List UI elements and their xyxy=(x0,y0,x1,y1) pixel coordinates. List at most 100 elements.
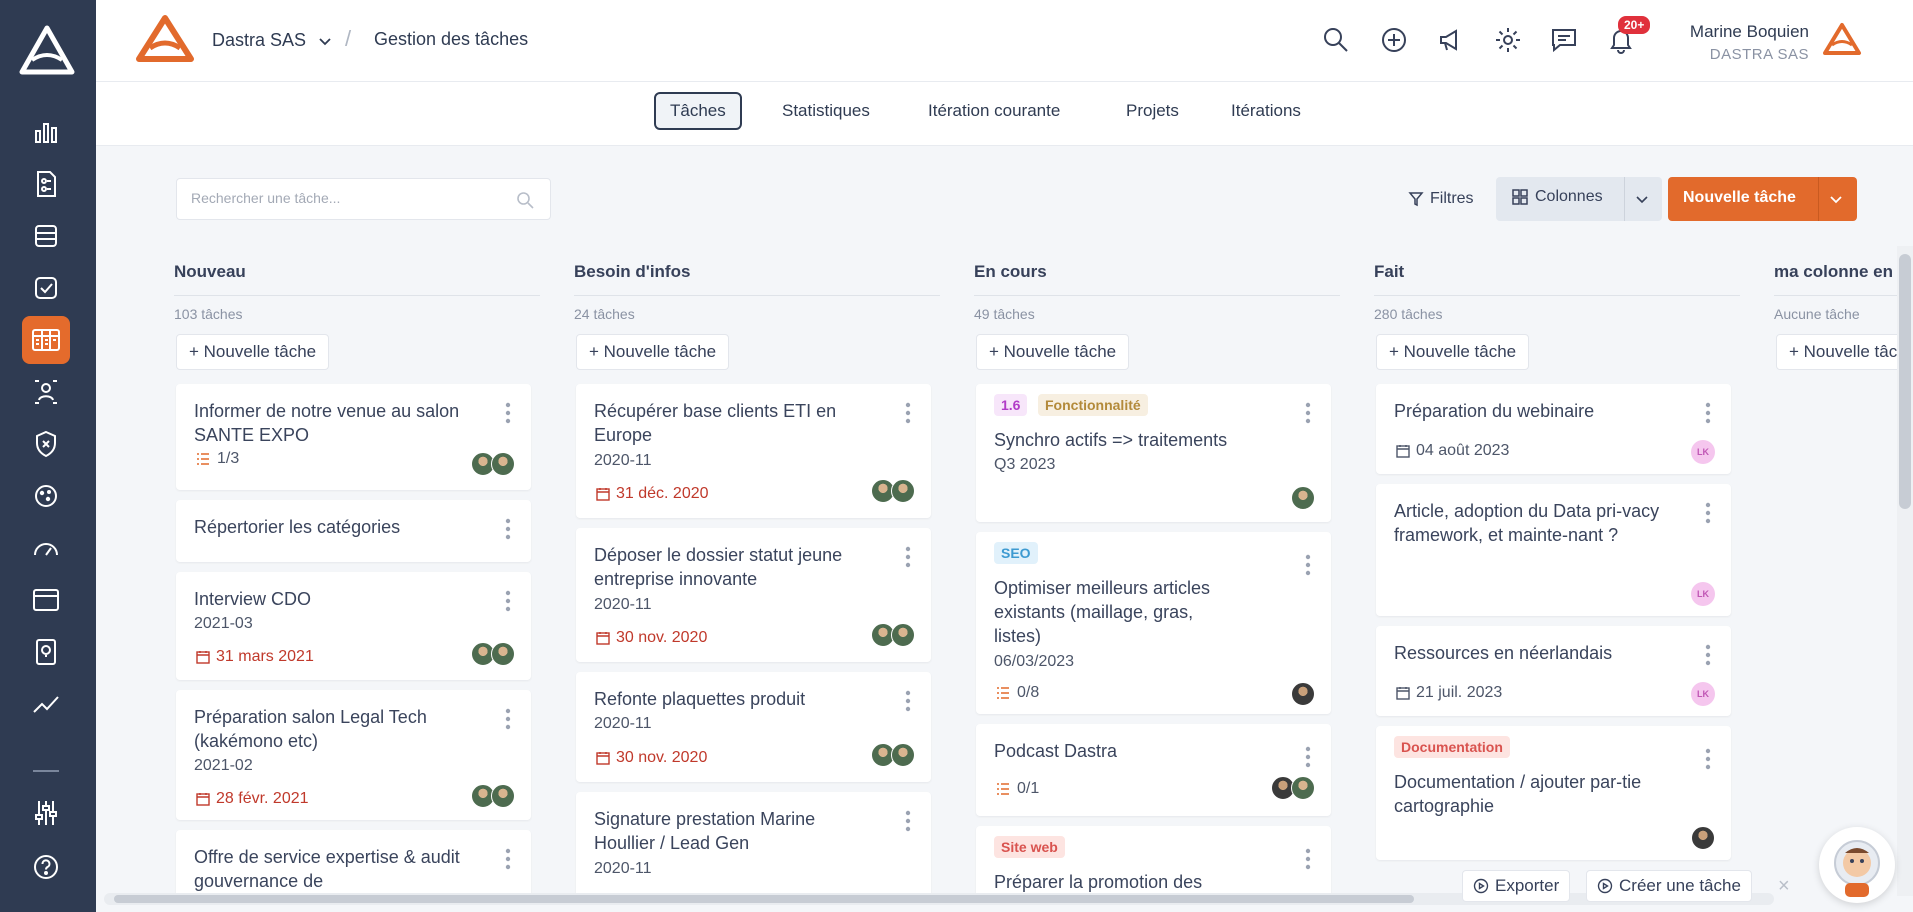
more-options-icon[interactable] xyxy=(505,848,511,875)
filters-button[interactable]: Filtres xyxy=(1396,178,1486,220)
sidebar-item-gauge-icon[interactable] xyxy=(22,524,70,572)
column-title: En cours xyxy=(974,262,1340,296)
task-subtitle: Q3 2023 xyxy=(994,456,1056,473)
calendar-icon xyxy=(596,488,610,501)
task-card[interactable]: Informer de notre venue au salon SANTE E… xyxy=(176,384,531,490)
task-card[interactable]: Préparation salon Legal Tech (kakémono e… xyxy=(176,690,531,820)
sidebar-item-people-icon[interactable] xyxy=(22,368,70,416)
add-task-button[interactable]: + Nouvelle tâche xyxy=(1776,334,1897,370)
tab-taches[interactable]: Tâches xyxy=(654,92,742,130)
task-card[interactable]: Répertorier les catégories xyxy=(176,500,531,562)
columns-view-button[interactable]: Colonnes xyxy=(1496,177,1662,221)
task-card[interactable]: Déposer le dossier statut jeune entrepri… xyxy=(576,528,931,662)
company-logo-icon[interactable] xyxy=(134,14,196,69)
chevron-down-icon[interactable] xyxy=(318,34,332,52)
search-icon[interactable] xyxy=(516,191,534,214)
sidebar-item-shield-icon[interactable] xyxy=(22,420,70,468)
vertical-scrollbar[interactable] xyxy=(1897,246,1913,896)
more-options-icon[interactable] xyxy=(905,810,911,837)
add-task-button[interactable]: + Nouvelle tâche xyxy=(976,334,1130,370)
assignees xyxy=(871,479,915,503)
sidebar-item-dashboard-icon[interactable] xyxy=(22,108,70,156)
sidebar-item-tasks-icon[interactable] xyxy=(22,316,70,364)
scrollbar-thumb[interactable] xyxy=(1899,254,1911,509)
user-name[interactable]: Marine Boquien xyxy=(1690,22,1809,42)
search-icon[interactable] xyxy=(1322,26,1350,59)
sidebar-item-window-icon[interactable] xyxy=(22,576,70,624)
sidebar-item-ideas-icon[interactable] xyxy=(22,628,70,676)
more-options-icon[interactable] xyxy=(1705,748,1711,775)
more-options-icon[interactable] xyxy=(1305,554,1311,581)
sidebar-item-trend-icon[interactable] xyxy=(22,680,70,728)
close-icon[interactable]: × xyxy=(1778,875,1790,898)
new-task-button[interactable]: Nouvelle tâche xyxy=(1668,177,1857,221)
add-circle-icon[interactable] xyxy=(1380,26,1408,59)
task-card[interactable]: Documentation Documentation / ajouter pa… xyxy=(1376,726,1731,860)
dastra-logo[interactable] xyxy=(18,24,76,81)
checklist-icon xyxy=(997,783,1009,795)
task-card[interactable]: Podcast Dastra 0/1 xyxy=(976,724,1331,816)
more-options-icon[interactable] xyxy=(1305,746,1311,773)
more-options-icon[interactable] xyxy=(1705,502,1711,529)
filter-icon xyxy=(1408,192,1424,207)
tab-statistiques[interactable]: Statistiques xyxy=(768,92,884,130)
more-options-icon[interactable] xyxy=(905,690,911,717)
export-button[interactable]: Exporter xyxy=(1462,870,1571,902)
add-task-button[interactable]: + Nouvelle tâche xyxy=(1376,334,1530,370)
search-input[interactable] xyxy=(191,190,511,206)
sidebar-item-settings-sliders-icon[interactable] xyxy=(22,789,70,837)
sidebar-item-help-icon[interactable] xyxy=(22,843,70,891)
columns-dropdown-chevron-icon[interactable] xyxy=(1634,191,1650,212)
company-switcher[interactable]: Dastra SAS xyxy=(212,30,306,51)
megaphone-icon[interactable] xyxy=(1437,26,1465,59)
task-card[interactable]: Offre de service expertise & audit gouve… xyxy=(176,830,531,902)
new-task-dropdown-chevron-icon[interactable] xyxy=(1828,191,1844,212)
more-options-icon[interactable] xyxy=(505,518,511,545)
calendar-icon xyxy=(1396,687,1410,700)
user-avatar-icon[interactable] xyxy=(1822,22,1862,61)
create-task-button[interactable]: Créer une tâche xyxy=(1586,870,1752,902)
avatar xyxy=(491,784,515,808)
more-options-icon[interactable] xyxy=(905,402,911,429)
more-options-icon[interactable] xyxy=(1705,402,1711,429)
more-options-icon[interactable] xyxy=(1305,848,1311,875)
more-options-icon[interactable] xyxy=(505,708,511,735)
sidebar-item-cookie-icon[interactable] xyxy=(22,472,70,520)
task-card[interactable]: Récupérer base clients ETI en Europe 202… xyxy=(576,384,931,518)
add-task-button[interactable]: + Nouvelle tâche xyxy=(176,334,330,370)
tab-projets[interactable]: Projets xyxy=(1112,92,1193,130)
task-card[interactable]: Ressources en néerlandais 21 juil. 2023 … xyxy=(1376,626,1731,716)
documentation-tag: Documentation xyxy=(1394,736,1510,758)
more-options-icon[interactable] xyxy=(1705,644,1711,671)
add-task-button[interactable]: + Nouvelle tâche xyxy=(576,334,730,370)
task-card[interactable]: 1.6 Fonctionnalité Synchro actifs => tra… xyxy=(976,384,1331,522)
task-card[interactable]: Signature prestation Marine Houllier / L… xyxy=(576,792,931,902)
sidebar-item-stack-icon[interactable] xyxy=(22,212,70,260)
task-card[interactable]: Interview CDO 2021-03 31 mars 2021 xyxy=(176,572,531,680)
avatar xyxy=(891,623,915,647)
more-options-icon[interactable] xyxy=(505,402,511,429)
more-options-icon[interactable] xyxy=(905,546,911,573)
task-card[interactable]: Article, adoption du Data pri-vacy frame… xyxy=(1376,484,1731,616)
task-title: Déposer le dossier statut jeune entrepri… xyxy=(594,545,843,589)
columns-label: Colonnes xyxy=(1535,188,1603,205)
tab-iteration-courante[interactable]: Itération courante xyxy=(914,92,1074,130)
gear-icon[interactable] xyxy=(1494,26,1522,59)
task-title: Récupérer base clients ETI en Europe xyxy=(594,401,837,445)
tab-iterations[interactable]: Itérations xyxy=(1217,92,1315,130)
task-card[interactable]: Préparation du webinaire 04 août 2023 LK xyxy=(1376,384,1731,474)
task-title: Signature prestation Marine Houllier / L… xyxy=(594,809,816,853)
task-card[interactable]: Refonte plaquettes produit 2020-11 30 no… xyxy=(576,672,931,782)
column-title: Fait xyxy=(1374,262,1740,296)
task-card[interactable]: Site web Préparer la promotion des xyxy=(976,826,1331,902)
more-options-icon[interactable] xyxy=(505,590,511,617)
sidebar-item-checklist-icon[interactable] xyxy=(22,264,70,312)
scrollbar-thumb[interactable] xyxy=(114,895,1414,903)
more-options-icon[interactable] xyxy=(1305,402,1311,429)
due-date-label: 21 juil. 2023 xyxy=(1416,684,1503,701)
task-card[interactable]: SEO Optimiser meilleurs articles existan… xyxy=(976,532,1331,714)
task-title: Documentation / ajouter par-tie cartogra… xyxy=(1394,772,1642,816)
chat-icon[interactable] xyxy=(1550,26,1578,59)
sidebar-item-records-icon[interactable] xyxy=(22,160,70,208)
assistant-astronaut-icon[interactable] xyxy=(1819,827,1895,903)
